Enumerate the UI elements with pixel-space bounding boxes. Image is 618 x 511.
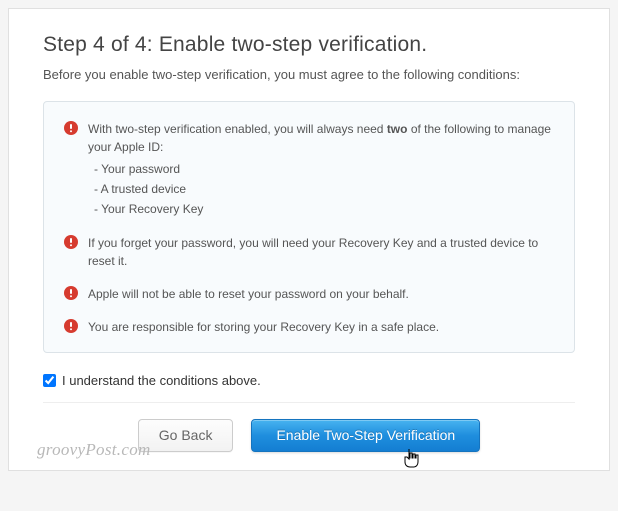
enable-two-step-button[interactable]: Enable Two-Step Verification: [251, 419, 480, 452]
condition-body: With two-step verification enabled, you …: [88, 120, 554, 220]
step-card: Step 4 of 4: Enable two-step verificatio…: [8, 8, 610, 471]
go-back-button[interactable]: Go Back: [138, 419, 234, 452]
condition-item: With two-step verification enabled, you …: [64, 120, 554, 220]
condition-item: You are responsible for storing your Rec…: [64, 318, 554, 337]
alert-icon: [64, 235, 78, 249]
condition-text-lead: With two-step verification enabled, you …: [88, 122, 387, 136]
condition-text: If you forget your password, you will ne…: [88, 234, 554, 271]
sublist-item: - A trusted device: [94, 179, 554, 199]
agree-checkbox[interactable]: [43, 374, 56, 387]
condition-item: Apple will not be able to reset your pas…: [64, 285, 554, 304]
sublist-item: - Your password: [94, 159, 554, 179]
condition-item: If you forget your password, you will ne…: [64, 234, 554, 271]
condition-text-bold: two: [387, 122, 408, 136]
page-title: Step 4 of 4: Enable two-step verificatio…: [43, 33, 575, 57]
alert-icon: [64, 319, 78, 333]
agree-row[interactable]: I understand the conditions above.: [43, 371, 575, 403]
sublist-item: - Your Recovery Key: [94, 199, 554, 219]
condition-text: Apple will not be able to reset your pas…: [88, 285, 554, 304]
conditions-panel: With two-step verification enabled, you …: [43, 101, 575, 354]
alert-icon: [64, 286, 78, 300]
condition-sublist: - Your password - A trusted device - You…: [94, 159, 554, 220]
intro-text: Before you enable two-step verification,…: [43, 65, 575, 85]
agree-label: I understand the conditions above.: [62, 373, 261, 388]
button-row: Go Back Enable Two-Step Verification: [43, 419, 575, 452]
condition-text: You are responsible for storing your Rec…: [88, 318, 554, 337]
alert-icon: [64, 121, 78, 135]
